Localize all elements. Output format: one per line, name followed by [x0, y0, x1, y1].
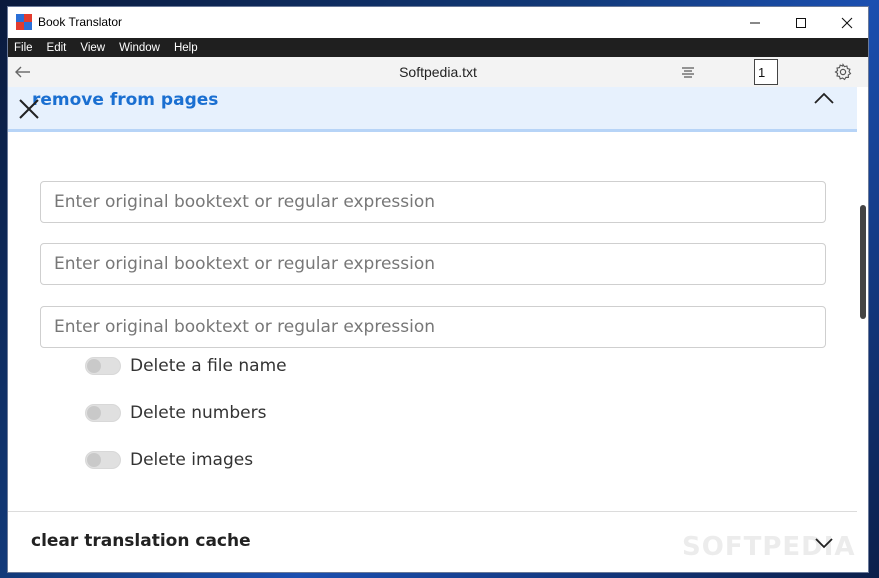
remove-from-pages-header[interactable]: remove from pages: [8, 87, 857, 132]
app-logo-icon: [16, 14, 32, 30]
vertical-scrollbar[interactable]: [857, 87, 868, 572]
menu-window[interactable]: Window: [119, 42, 160, 54]
menu-help[interactable]: Help: [174, 42, 198, 54]
toggle-label: Delete images: [130, 450, 254, 470]
clear-translation-cache-header[interactable]: clear translation cache SOFTPEDIA: [8, 512, 857, 572]
gear-icon[interactable]: [834, 63, 852, 81]
menu-bar: File Edit View Window Help: [8, 38, 868, 57]
chevron-down-icon[interactable]: [814, 536, 834, 549]
app-window: Book Translator File Edit View Window He…: [7, 6, 869, 573]
minimize-button[interactable]: [732, 7, 778, 38]
remove-text-input-1[interactable]: [40, 181, 826, 223]
toggle-label: Delete a file name: [130, 356, 287, 376]
chevron-up-icon[interactable]: [813, 91, 835, 105]
close-button[interactable]: [824, 7, 868, 38]
page-number-input[interactable]: 1: [754, 59, 778, 85]
settings-panel: remove from pages Delete a file name Del…: [8, 87, 857, 572]
toggle-label: Delete numbers: [130, 403, 267, 423]
toolbar: Softpedia.txt 1: [8, 57, 868, 87]
delete-file-name-toggle[interactable]: [85, 357, 121, 375]
section-title: remove from pages: [32, 90, 219, 110]
close-panel-icon[interactable]: [17, 97, 41, 121]
document-title: Softpedia.txt: [399, 64, 477, 80]
back-arrow-icon[interactable]: [14, 63, 32, 81]
menu-edit[interactable]: Edit: [47, 42, 67, 54]
maximize-button[interactable]: [778, 7, 824, 38]
delete-images-toggle[interactable]: [85, 451, 121, 469]
title-bar: Book Translator: [8, 7, 868, 38]
remove-text-input-3[interactable]: [40, 306, 826, 348]
scrollbar-thumb[interactable]: [860, 205, 866, 319]
maximize-icon: [796, 17, 806, 28]
delete-images-row: Delete images: [85, 448, 253, 472]
delete-numbers-toggle[interactable]: [85, 404, 121, 422]
delete-numbers-row: Delete numbers: [85, 401, 266, 425]
minimize-icon: [750, 22, 760, 23]
menu-view[interactable]: View: [80, 42, 105, 54]
remove-text-input-2[interactable]: [40, 243, 826, 285]
menu-file[interactable]: File: [14, 42, 33, 54]
app-title: Book Translator: [38, 15, 123, 29]
delete-file-name-row: Delete a file name: [85, 354, 287, 378]
section-title: clear translation cache: [31, 531, 251, 551]
close-icon: [841, 17, 853, 28]
table-of-contents-icon[interactable]: [681, 66, 695, 78]
